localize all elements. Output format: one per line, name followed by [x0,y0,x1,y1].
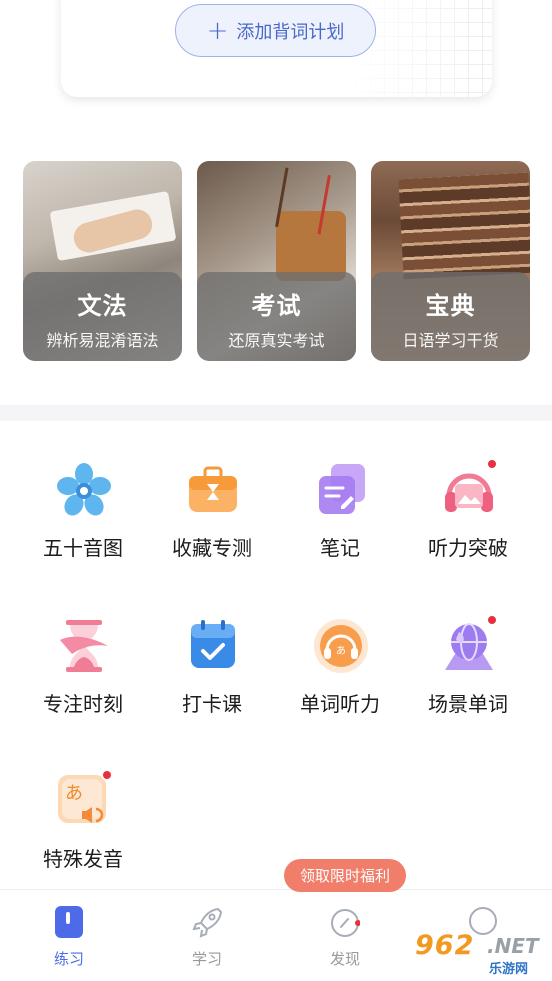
notes-icon [319,464,365,514]
add-plan-label: 添加背词计划 [236,21,345,43]
tab-practice[interactable]: 练习 [29,904,109,968]
section-divider [0,405,552,421]
grid-label: 收藏专测 [172,536,252,560]
watermark-domain: .NET [487,934,539,958]
notification-dot [101,769,113,781]
hourglass-icon [60,620,108,672]
site-watermark-logo: 962 .NET 乐游网 [413,928,548,978]
category-title: 考试 [251,292,302,320]
promo-benefit-button[interactable]: 领取限时福利 [284,859,406,892]
grid-item-checkin-course[interactable]: 打卡课 [147,618,277,738]
headset-kana-icon: あ [314,619,368,673]
grid-label: 单词听力 [300,692,380,716]
grid-item-word-listening[interactable]: あ 单词听力 [275,618,405,738]
grid-item-scene-words[interactable]: 场景单词 [403,614,533,738]
category-card-exam[interactable]: 考试 还原真实考试 [197,161,356,361]
category-subtitle: 辨析易混淆语法 [46,331,159,350]
briefcase-hourglass-icon [189,466,237,512]
grid-item-kana-chart[interactable]: 五十音图 [18,462,148,582]
svg-text:あ: あ [336,645,346,657]
category-title: 文法 [77,292,128,320]
grid-item-listening[interactable]: 听力突破 [403,458,533,582]
tab-study[interactable]: 学习 [167,904,247,968]
grid-label: 专注时刻 [43,692,123,716]
add-plan-button[interactable]: + 添加背词计划 [175,4,376,57]
watermark-number: 962 [415,930,475,961]
watermark-site: 乐游网 [489,962,529,977]
category-card-grammar[interactable]: 文法 辨析易混淆语法 [23,161,182,361]
tab-label: 练习 [53,950,84,968]
category-overlay: 宝典 日语学习干货 [371,272,530,361]
svg-text:あ: あ [65,783,83,804]
tab-discover[interactable]: 发现 [305,904,385,968]
grid-item-special-pronunciation[interactable]: あ 特殊发音 [18,769,148,893]
plus-icon: + [206,15,229,46]
grid-label: 特殊发音 [43,847,123,871]
grid-item-notes[interactable]: 笔记 [275,462,405,582]
compass-icon [331,909,360,937]
category-subtitle: 还原真实考试 [228,331,325,350]
sakura-icon [57,463,111,516]
grid-label: 听力突破 [428,536,508,560]
category-overlay: 考试 还原真实考试 [197,272,356,361]
grid-item-focus-time[interactable]: 专注时刻 [18,618,148,738]
tab-label: 学习 [191,950,222,968]
calendar-check-icon [191,620,235,668]
tab-label: 发现 [329,950,360,968]
globe-icon [445,623,493,670]
grid-label: 场景单词 [428,692,508,716]
headphones-icon [445,473,493,512]
plan-card: + 添加背词计划 [61,0,492,97]
category-card-handbook[interactable]: 宝典 日语学习干货 [371,161,530,361]
rocket-icon [192,907,222,938]
category-subtitle: 日语学习干货 [402,331,499,350]
grid-label: 笔记 [320,536,360,560]
grid-label: 五十音图 [43,536,123,560]
category-title: 宝典 [425,292,476,320]
notification-dot [486,614,498,626]
kana-speaker-icon: あ [58,775,106,823]
notification-dot [486,458,498,470]
grid-item-favorites-test[interactable]: 收藏专测 [147,462,277,582]
grid-label: 打卡课 [182,692,242,716]
practice-icon [55,906,83,938]
category-overlay: 文法 辨析易混淆语法 [23,272,182,361]
